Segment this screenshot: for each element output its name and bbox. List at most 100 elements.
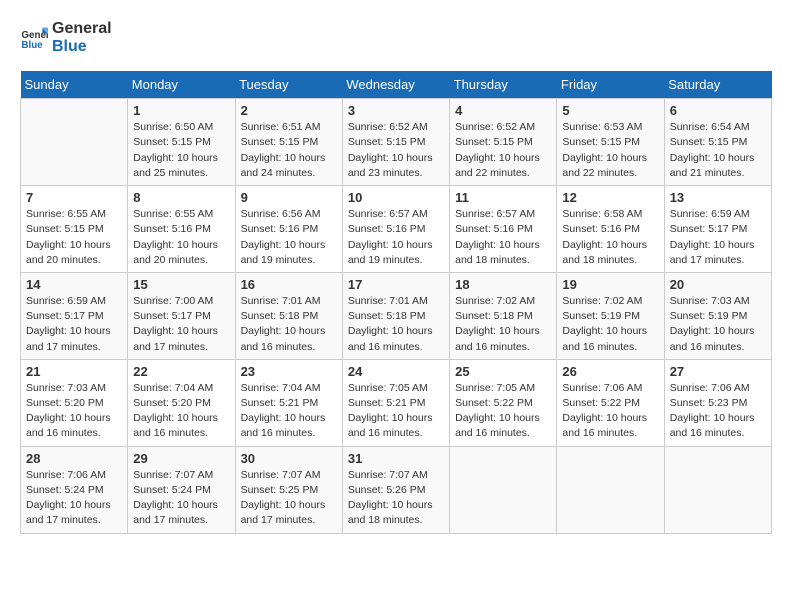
day-info: Sunrise: 7:07 AM Sunset: 5:26 PM Dayligh…: [348, 468, 444, 529]
day-info: Sunrise: 6:55 AM Sunset: 5:16 PM Dayligh…: [133, 207, 229, 268]
weekday-header-monday: Monday: [128, 71, 235, 99]
calendar-cell: 2Sunrise: 6:51 AM Sunset: 5:15 PM Daylig…: [235, 99, 342, 186]
day-info: Sunrise: 6:57 AM Sunset: 5:16 PM Dayligh…: [348, 207, 444, 268]
day-number: 7: [26, 190, 122, 205]
calendar-cell: 12 Sunrise: 6:58 AM Sunset: 5:16 PM Dayli…: [557, 186, 664, 273]
day-number: 5: [562, 103, 658, 118]
calendar-cell: [664, 446, 771, 533]
day-info: Sunrise: 6:59 AM Sunset: 5:17 PM Dayligh…: [26, 294, 122, 355]
calendar-cell: 1 Sunrise: 6:50 AM Sunset: 5:15 PM Daylig…: [128, 99, 235, 186]
calendar-cell: 10 Sunrise: 6:57 AM Sunset: 5:16 PM Dayli…: [342, 186, 449, 273]
weekday-header-row: SundayMondayTuesdayWednesdayThursdayFrid…: [21, 71, 772, 99]
calendar-cell: 17 Sunrise: 7:01 AM Sunset: 5:18 PM Dayli…: [342, 272, 449, 359]
day-number: 19: [562, 277, 658, 292]
day-number: 15: [133, 277, 229, 292]
calendar-cell: [450, 446, 557, 533]
logo: General Blue General Blue: [20, 20, 112, 55]
day-info: Sunrise: 7:04 AM Sunset: 5:21 PM Dayligh…: [241, 381, 337, 442]
day-info: Sunrise: 6:54 AM Sunset: 5:15 PM Dayligh…: [670, 120, 766, 181]
svg-text:Blue: Blue: [21, 39, 43, 50]
calendar-cell: 24 Sunrise: 7:05 AM Sunset: 5:21 PM Dayli…: [342, 359, 449, 446]
day-number: 17: [348, 277, 444, 292]
day-info: Sunrise: 6:56 AM Sunset: 5:16 PM Dayligh…: [241, 207, 337, 268]
day-info: Sunrise: 6:52 AM Sunset: 5:15 PM Dayligh…: [348, 120, 444, 181]
calendar-cell: 4 Sunrise: 6:52 AM Sunset: 5:15 PM Daylig…: [450, 99, 557, 186]
calendar-cell: 6Sunrise: 6:54 AM Sunset: 5:15 PM Daylig…: [664, 99, 771, 186]
calendar-cell: 30 Sunrise: 7:07 AM Sunset: 5:25 PM Dayli…: [235, 446, 342, 533]
calendar-cell: 15Sunrise: 7:00 AM Sunset: 5:17 PM Dayli…: [128, 272, 235, 359]
day-number: 11: [455, 190, 551, 205]
day-number: 10: [348, 190, 444, 205]
day-number: 21: [26, 364, 122, 379]
day-info: Sunrise: 7:06 AM Sunset: 5:22 PM Dayligh…: [562, 381, 658, 442]
day-info: Sunrise: 7:07 AM Sunset: 5:24 PM Dayligh…: [133, 468, 229, 529]
day-info: Sunrise: 7:02 AM Sunset: 5:19 PM Dayligh…: [562, 294, 658, 355]
day-number: 18: [455, 277, 551, 292]
day-number: 4: [455, 103, 551, 118]
day-number: 20: [670, 277, 766, 292]
day-info: Sunrise: 7:06 AM Sunset: 5:24 PM Dayligh…: [26, 468, 122, 529]
calendar-cell: 29 Sunrise: 7:07 AM Sunset: 5:24 PM Dayli…: [128, 446, 235, 533]
calendar-cell: 13 Sunrise: 6:59 AM Sunset: 5:17 PM Dayli…: [664, 186, 771, 273]
week-row-5: 28 Sunrise: 7:06 AM Sunset: 5:24 PM Dayli…: [21, 446, 772, 533]
day-number: 30: [241, 451, 337, 466]
day-number: 14: [26, 277, 122, 292]
calendar-cell: 9 Sunrise: 6:56 AM Sunset: 5:16 PM Daylig…: [235, 186, 342, 273]
calendar-cell: 16 Sunrise: 7:01 AM Sunset: 5:18 PM Dayli…: [235, 272, 342, 359]
week-row-2: 7 Sunrise: 6:55 AM Sunset: 5:15 PM Daylig…: [21, 186, 772, 273]
calendar-cell: 26 Sunrise: 7:06 AM Sunset: 5:22 PM Dayli…: [557, 359, 664, 446]
calendar-cell: 27Sunrise: 7:06 AM Sunset: 5:23 PM Dayli…: [664, 359, 771, 446]
day-info: Sunrise: 7:07 AM Sunset: 5:25 PM Dayligh…: [241, 468, 337, 529]
day-number: 25: [455, 364, 551, 379]
day-number: 28: [26, 451, 122, 466]
calendar-cell: 21Sunrise: 7:03 AM Sunset: 5:20 PM Dayli…: [21, 359, 128, 446]
day-info: Sunrise: 7:01 AM Sunset: 5:18 PM Dayligh…: [348, 294, 444, 355]
day-number: 12: [562, 190, 658, 205]
weekday-header-saturday: Saturday: [664, 71, 771, 99]
day-number: 29: [133, 451, 229, 466]
day-number: 22: [133, 364, 229, 379]
weekday-header-tuesday: Tuesday: [235, 71, 342, 99]
calendar-cell: 31 Sunrise: 7:07 AM Sunset: 5:26 PM Dayli…: [342, 446, 449, 533]
day-number: 9: [241, 190, 337, 205]
day-info: Sunrise: 7:06 AM Sunset: 5:23 PM Dayligh…: [670, 381, 766, 442]
calendar-cell: 22 Sunrise: 7:04 AM Sunset: 5:20 PM Dayli…: [128, 359, 235, 446]
day-info: Sunrise: 6:50 AM Sunset: 5:15 PM Dayligh…: [133, 120, 229, 181]
day-info: Sunrise: 6:55 AM Sunset: 5:15 PM Dayligh…: [26, 207, 122, 268]
day-info: Sunrise: 7:03 AM Sunset: 5:19 PM Dayligh…: [670, 294, 766, 355]
day-number: 23: [241, 364, 337, 379]
day-number: 13: [670, 190, 766, 205]
week-row-1: 1 Sunrise: 6:50 AM Sunset: 5:15 PM Daylig…: [21, 99, 772, 186]
weekday-header-sunday: Sunday: [21, 71, 128, 99]
day-info: Sunrise: 6:59 AM Sunset: 5:17 PM Dayligh…: [670, 207, 766, 268]
day-number: 3: [348, 103, 444, 118]
day-number: 8: [133, 190, 229, 205]
day-number: 24: [348, 364, 444, 379]
day-info: Sunrise: 6:53 AM Sunset: 5:15 PM Dayligh…: [562, 120, 658, 181]
weekday-header-wednesday: Wednesday: [342, 71, 449, 99]
day-info: Sunrise: 7:05 AM Sunset: 5:21 PM Dayligh…: [348, 381, 444, 442]
week-row-3: 14 Sunrise: 6:59 AM Sunset: 5:17 PM Dayli…: [21, 272, 772, 359]
day-info: Sunrise: 7:04 AM Sunset: 5:20 PM Dayligh…: [133, 381, 229, 442]
day-info: Sunrise: 7:02 AM Sunset: 5:18 PM Dayligh…: [455, 294, 551, 355]
day-number: 1: [133, 103, 229, 118]
day-info: Sunrise: 6:52 AM Sunset: 5:15 PM Dayligh…: [455, 120, 551, 181]
calendar-cell: 8 Sunrise: 6:55 AM Sunset: 5:16 PM Daylig…: [128, 186, 235, 273]
day-info: Sunrise: 7:01 AM Sunset: 5:18 PM Dayligh…: [241, 294, 337, 355]
calendar-cell: [557, 446, 664, 533]
calendar-cell: 5 Sunrise: 6:53 AM Sunset: 5:15 PM Daylig…: [557, 99, 664, 186]
day-number: 31: [348, 451, 444, 466]
calendar-cell: 23 Sunrise: 7:04 AM Sunset: 5:21 PM Dayli…: [235, 359, 342, 446]
calendar-cell: 19 Sunrise: 7:02 AM Sunset: 5:19 PM Dayli…: [557, 272, 664, 359]
day-info: Sunrise: 6:58 AM Sunset: 5:16 PM Dayligh…: [562, 207, 658, 268]
calendar-cell: [21, 99, 128, 186]
logo-icon: General Blue: [20, 24, 48, 52]
week-row-4: 21Sunrise: 7:03 AM Sunset: 5:20 PM Dayli…: [21, 359, 772, 446]
day-number: 26: [562, 364, 658, 379]
day-number: 16: [241, 277, 337, 292]
calendar-cell: 7 Sunrise: 6:55 AM Sunset: 5:15 PM Daylig…: [21, 186, 128, 273]
calendar-cell: 18 Sunrise: 7:02 AM Sunset: 5:18 PM Dayli…: [450, 272, 557, 359]
page-header: General Blue General Blue: [20, 20, 772, 55]
day-info: Sunrise: 6:51 AM Sunset: 5:15 PM Dayligh…: [241, 120, 337, 181]
calendar-cell: 28 Sunrise: 7:06 AM Sunset: 5:24 PM Dayli…: [21, 446, 128, 533]
